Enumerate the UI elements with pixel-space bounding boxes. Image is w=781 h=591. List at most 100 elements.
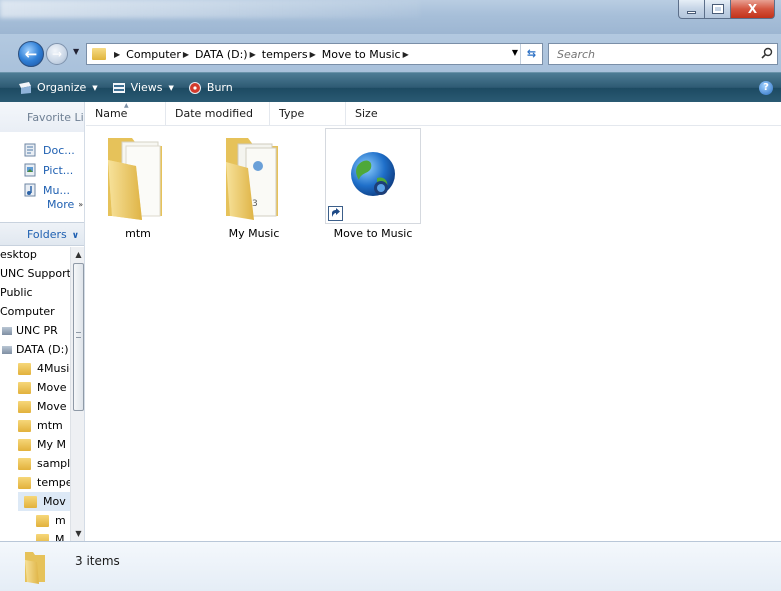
favorite-link-documents[interactable]: Doc... xyxy=(24,140,75,160)
breadcrumb-tempers[interactable]: tempers ▶ xyxy=(262,48,322,61)
shortcut-arrow-icon xyxy=(328,206,343,221)
breadcrumb-move-to-music[interactable]: Move to Music ▶ xyxy=(322,48,415,61)
scroll-down-arrow[interactable]: ▼ xyxy=(71,526,84,541)
title-glass-highlight xyxy=(0,0,420,18)
details-pane: 3 items xyxy=(0,541,781,591)
title-bar[interactable]: X xyxy=(0,0,781,34)
chevron-right-icon[interactable]: ▶ xyxy=(403,50,409,59)
tree-item[interactable]: UNC PR xyxy=(2,321,58,340)
refresh-button[interactable]: ⇆ xyxy=(520,44,542,64)
tree-item[interactable]: DATA (D:) xyxy=(2,340,69,359)
chevron-down-icon: ▼ xyxy=(168,83,174,92)
burn-button[interactable]: Burn xyxy=(188,81,233,95)
file-list-view[interactable]: ▲ Name Date modified Type Size mtm 3 My … xyxy=(86,101,781,541)
minimize-button[interactable] xyxy=(678,0,705,19)
tree-item[interactable]: sampl xyxy=(18,454,70,473)
tree-item-label: My M xyxy=(37,438,66,451)
folder-icon xyxy=(18,381,31,394)
maximize-button[interactable] xyxy=(705,0,731,19)
breadcrumb-separator[interactable]: ▶ xyxy=(112,50,126,59)
back-button[interactable]: ← xyxy=(18,41,44,67)
scroll-up-arrow[interactable]: ▲ xyxy=(71,247,84,262)
folder-icon xyxy=(36,533,49,541)
window-controls: X xyxy=(678,0,775,19)
close-icon: X xyxy=(747,2,758,16)
tree-item[interactable]: Move xyxy=(18,378,67,397)
address-dropdown-button[interactable]: ▼ xyxy=(512,48,518,57)
close-button[interactable]: X xyxy=(731,0,775,19)
folder-icon xyxy=(18,457,31,470)
chevron-right-icon[interactable]: ▶ xyxy=(250,50,256,59)
tree-item-label: Mov xyxy=(43,495,66,508)
command-toolbar: Organize ▼ Views ▼ Burn ? xyxy=(0,72,781,102)
tree-item-label: Public xyxy=(0,286,33,299)
tree-item-label: 4Music xyxy=(37,362,70,375)
navigation-pane: Favorite Links Doc... Pict... Mu... More… xyxy=(0,102,85,541)
scroll-thumb[interactable] xyxy=(73,263,84,411)
column-header-type[interactable]: Type xyxy=(270,101,346,126)
tree-item[interactable]: My M xyxy=(18,435,66,454)
tree-item-label: Computer xyxy=(0,305,55,318)
favorite-link-music[interactable]: Mu... xyxy=(24,180,70,200)
tree-item[interactable]: 4Music xyxy=(18,359,70,378)
tree-item[interactable]: tempe xyxy=(18,473,70,492)
folder-icon xyxy=(18,362,31,375)
column-header-date-modified[interactable]: Date modified xyxy=(166,101,270,126)
maximize-icon xyxy=(711,4,724,14)
file-item-mtm[interactable]: mtm xyxy=(90,128,186,240)
tree-item-label: Move xyxy=(37,400,67,413)
folder-tree[interactable]: esktop UNC Support Public Computer UNC PR DAT… xyxy=(0,247,70,541)
file-item-label: Move to Music xyxy=(333,227,413,240)
help-icon[interactable]: ? xyxy=(759,81,773,95)
documents-icon xyxy=(24,143,36,157)
drive-icon xyxy=(2,326,12,335)
tree-item[interactable]: m xyxy=(36,511,66,530)
forward-button[interactable]: → xyxy=(46,43,68,65)
tree-item-label: UNC Support xyxy=(0,267,70,280)
file-item-move-to-music[interactable]: Move to Music xyxy=(325,128,421,240)
chevron-right-icon[interactable]: ▶ xyxy=(310,50,316,59)
grip-icon xyxy=(76,332,81,338)
views-button[interactable]: Views ▼ xyxy=(112,81,174,95)
search-input[interactable] xyxy=(549,44,749,64)
recent-pages-dropdown[interactable]: ▼ xyxy=(73,47,79,56)
column-headers: ▲ Name Date modified Type Size xyxy=(86,101,781,126)
tree-item[interactable]: M xyxy=(36,530,65,541)
drive-icon xyxy=(2,345,12,354)
file-item-my-music[interactable]: 3 P3 My Music xyxy=(206,128,302,240)
folder-icon xyxy=(25,552,45,584)
breadcrumb-computer[interactable]: Computer ▶ xyxy=(126,48,195,61)
sort-ascending-icon: ▲ xyxy=(124,101,129,109)
column-header-name[interactable]: ▲ Name xyxy=(86,101,166,126)
folder-icon xyxy=(108,138,162,220)
burn-disc-icon xyxy=(188,81,201,94)
refresh-icon: ⇆ xyxy=(526,47,537,60)
tree-item[interactable]: Computer xyxy=(0,302,55,321)
organize-icon xyxy=(19,81,31,94)
chevron-right-icon[interactable]: ▶ xyxy=(183,50,189,59)
favorite-links-header: Favorite Links xyxy=(0,102,84,132)
tree-item[interactable]: Public xyxy=(0,283,33,302)
tree-item[interactable]: Mov xyxy=(18,492,70,511)
tree-item[interactable]: UNC Support xyxy=(0,264,70,283)
tree-item[interactable]: esktop xyxy=(0,247,37,264)
more-favorites-link[interactable]: More » xyxy=(47,198,83,211)
minimize-icon xyxy=(687,10,696,14)
favorite-link-pictures[interactable]: Pict... xyxy=(24,160,73,180)
search-icon[interactable] xyxy=(761,47,773,59)
tree-item[interactable]: mtm xyxy=(18,416,63,435)
column-header-size[interactable]: Size xyxy=(346,102,426,126)
tree-item-label: DATA (D:) xyxy=(16,343,69,356)
arrow-right-icon: → xyxy=(51,47,63,61)
tree-item-label: m xyxy=(55,514,66,527)
organize-button[interactable]: Organize ▼ xyxy=(18,81,98,95)
tree-item[interactable]: Move xyxy=(18,397,67,416)
chevron-right-icon: » xyxy=(78,200,84,209)
breadcrumb-data-drive[interactable]: DATA (D:) ▶ xyxy=(195,48,262,61)
address-bar[interactable]: ▶ Computer ▶ DATA (D:) ▶ tempers ▶ Move to … xyxy=(86,43,543,65)
tree-scrollbar[interactable]: ▲ ▼ xyxy=(70,247,84,541)
folder-icon xyxy=(18,419,31,432)
folders-toggle[interactable]: Folders ∨ xyxy=(0,222,84,246)
arrow-left-icon: ← xyxy=(24,45,38,63)
search-box[interactable] xyxy=(548,43,778,65)
